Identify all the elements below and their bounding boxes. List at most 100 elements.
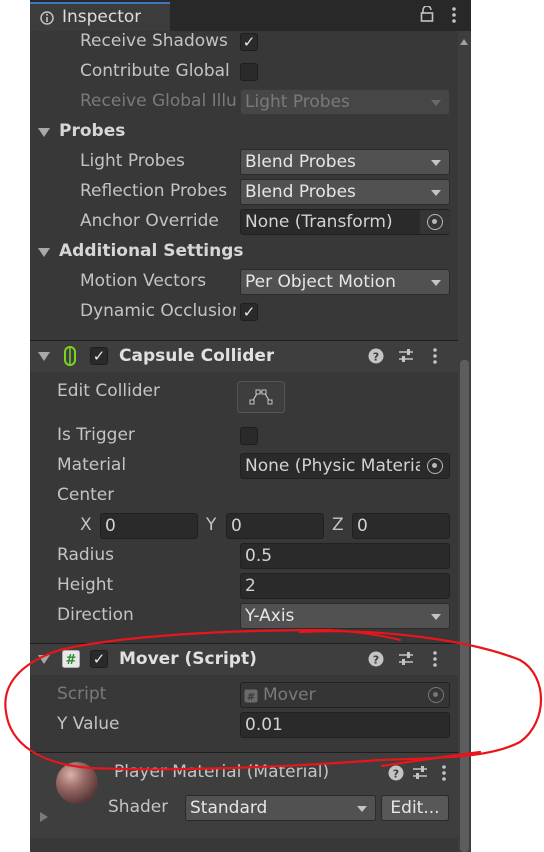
svg-text:#: #	[66, 653, 77, 668]
anchor-override-field[interactable]: None (Transform)	[240, 209, 450, 235]
receive-global-value: Light Probes	[245, 92, 350, 112]
reflection-probes-label: Reflection Probes	[80, 181, 228, 201]
y-value-value: 0.01	[245, 715, 283, 735]
svg-text:?: ?	[373, 654, 379, 667]
collider-material-value: None (Physic Material)	[245, 456, 437, 476]
contribute-global-label: Contribute Global	[80, 61, 230, 81]
receive-shadows-label: Receive Shadows	[80, 31, 228, 51]
dropdown-arrow-icon	[431, 160, 441, 166]
radius-field[interactable]: 0.5	[240, 543, 450, 569]
center-y-label[interactable]: Y	[206, 515, 216, 535]
kebab-menu-icon[interactable]	[450, 6, 458, 24]
center-x-value: 0	[105, 516, 116, 536]
material-preview-sphere	[56, 762, 98, 804]
inspector-tab-icon	[40, 10, 54, 25]
lock-icon[interactable]	[420, 5, 434, 22]
material-title: Player Material (Material)	[114, 762, 330, 782]
anchor-override-label: Anchor Override	[80, 211, 219, 231]
help-icon[interactable]: ?	[388, 765, 404, 781]
y-value-label[interactable]: Y Value	[57, 714, 119, 734]
reflection-probes-dropdown[interactable]: Blend Probes	[240, 179, 450, 205]
center-z-field[interactable]: 0	[352, 513, 450, 539]
capsule-collider-foldout-arrow-icon[interactable]	[38, 352, 50, 361]
script-hash-icon: #	[244, 688, 258, 703]
probes-section-title[interactable]: Probes	[59, 121, 125, 141]
object-picker-icon[interactable]	[420, 210, 450, 234]
motion-vectors-value: Per Object Motion	[245, 272, 396, 292]
scroll-up-arrow[interactable]	[460, 39, 468, 45]
receive-shadows-checkbox[interactable]: ✓	[240, 33, 258, 51]
scrollbar-thumb[interactable]	[460, 360, 469, 852]
dropdown-arrow-icon	[357, 806, 367, 812]
additional-settings-title[interactable]: Additional Settings	[59, 241, 244, 261]
svg-text:?: ?	[373, 351, 379, 364]
capsule-collider-enabled-checkbox[interactable]: ✓	[90, 347, 108, 365]
material-foldout-arrow-icon[interactable]	[40, 812, 48, 822]
dropdown-arrow-icon	[431, 280, 441, 286]
center-x-field[interactable]: 0	[100, 513, 198, 539]
script-value: Mover	[263, 685, 316, 705]
presets-icon[interactable]	[412, 765, 428, 781]
dropdown-arrow-icon	[431, 614, 441, 620]
dropdown-arrow-icon	[431, 190, 441, 196]
presets-icon[interactable]	[398, 348, 414, 364]
edit-collider-icon	[249, 389, 273, 405]
light-probes-value: Blend Probes	[245, 152, 356, 172]
mover-enabled-checkbox[interactable]: ✓	[90, 650, 108, 668]
radius-value: 0.5	[245, 546, 273, 566]
dynamic-occlusion-checkbox[interactable]: ✓	[240, 303, 258, 321]
dynamic-occlusion-label: Dynamic Occlusion	[80, 301, 236, 321]
dropdown-arrow-icon	[431, 100, 441, 106]
shader-edit-button[interactable]: Edit...	[381, 795, 449, 821]
radius-label[interactable]: Radius	[57, 545, 114, 565]
center-x-label[interactable]: X	[80, 515, 92, 535]
shader-dropdown[interactable]: Standard	[185, 795, 376, 821]
target-circle-icon	[427, 458, 443, 474]
mover-title: Mover (Script)	[119, 649, 257, 669]
anchor-override-value: None (Transform)	[245, 212, 393, 232]
is-trigger-label: Is Trigger	[57, 425, 135, 445]
edit-collider-button[interactable]	[237, 381, 285, 413]
shader-value: Standard	[190, 798, 268, 818]
tab-inspector[interactable]: Inspector	[30, 2, 170, 31]
presets-icon[interactable]	[398, 651, 414, 667]
height-label[interactable]: Height	[57, 575, 113, 595]
reflection-probes-value: Blend Probes	[245, 182, 356, 202]
light-probes-dropdown[interactable]: Blend Probes	[240, 149, 450, 175]
center-z-label[interactable]: Z	[332, 515, 344, 535]
svg-text:?: ?	[393, 768, 399, 781]
edit-button-label: Edit...	[390, 798, 440, 818]
additional-settings-foldout-arrow-icon[interactable]	[38, 248, 50, 257]
help-icon[interactable]: ?	[368, 348, 384, 364]
shader-label: Shader	[108, 797, 169, 817]
edit-collider-label: Edit Collider	[57, 381, 161, 401]
motion-vectors-dropdown[interactable]: Per Object Motion	[240, 269, 450, 295]
height-field[interactable]: 2	[240, 573, 450, 599]
height-value: 2	[245, 576, 256, 596]
light-probes-label: Light Probes	[80, 151, 185, 171]
receive-global-dropdown: Light Probes	[240, 89, 450, 115]
mover-foldout-arrow-icon[interactable]	[38, 655, 50, 664]
target-circle-icon	[427, 214, 443, 230]
capsule-collider-title: Capsule Collider	[119, 346, 275, 366]
script-field: Mover	[240, 682, 450, 708]
probes-foldout-arrow-icon[interactable]	[38, 128, 50, 137]
capsule-collider-icon	[63, 346, 77, 366]
object-picker-icon[interactable]	[420, 454, 449, 478]
center-y-field[interactable]: 0	[226, 513, 324, 539]
svg-text:#: #	[247, 692, 255, 703]
component-menu-icon[interactable]	[440, 764, 448, 782]
y-value-field[interactable]: 0.01	[240, 712, 450, 738]
component-menu-icon[interactable]	[431, 347, 439, 365]
collider-material-field[interactable]: None (Physic Material)	[240, 453, 450, 479]
tab-title: Inspector	[62, 7, 142, 27]
motion-vectors-label: Motion Vectors	[80, 271, 207, 291]
is-trigger-checkbox[interactable]	[240, 427, 258, 445]
direction-dropdown[interactable]: Y-Axis	[240, 603, 450, 629]
center-label: Center	[57, 485, 115, 505]
component-menu-icon[interactable]	[431, 650, 439, 668]
contribute-global-checkbox[interactable]	[240, 63, 258, 81]
target-circle-icon	[428, 687, 444, 703]
script-label: Script	[57, 684, 107, 704]
help-icon[interactable]: ?	[368, 651, 384, 667]
